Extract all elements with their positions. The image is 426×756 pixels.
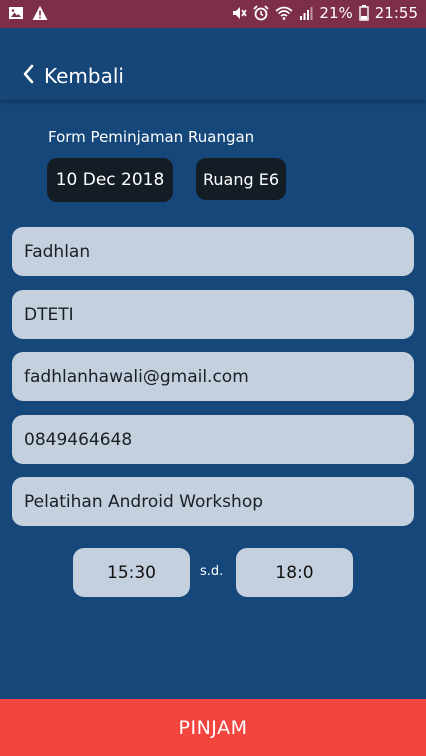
warning-icon	[32, 5, 48, 25]
alarm-icon	[253, 5, 270, 21]
name-field[interactable]: Fadhlan	[12, 227, 414, 276]
top-app-bar: Kembali	[0, 28, 426, 100]
status-bar: 21% 21:55	[0, 0, 426, 28]
activity-field[interactable]: Pelatihan Android Workshop	[12, 477, 414, 526]
back-button[interactable]: Kembali	[22, 64, 124, 88]
status-right: 21% 21:55	[231, 4, 418, 22]
end-time-picker[interactable]: 18:0	[236, 548, 353, 597]
back-label: Kembali	[44, 64, 124, 88]
battery-percent: 21%	[319, 4, 353, 22]
image-icon	[8, 5, 24, 25]
email-field[interactable]: fadhlanhawali@gmail.com	[12, 352, 414, 401]
room-chip[interactable]: Ruang E6	[196, 158, 286, 200]
mute-icon	[231, 5, 248, 21]
start-time-picker[interactable]: 15:30	[73, 548, 190, 597]
signal-icon	[299, 5, 313, 21]
wifi-icon	[275, 5, 293, 21]
time-separator-label: s.d.	[200, 564, 224, 579]
clock-time: 21:55	[374, 4, 418, 22]
pinjam-button[interactable]: PINJAM	[0, 699, 426, 756]
chevron-left-icon	[22, 64, 34, 88]
status-left-icons	[8, 5, 48, 25]
form-title: Form Peminjaman Ruangan	[48, 128, 255, 146]
department-field[interactable]: DTETI	[12, 290, 414, 339]
phone-field[interactable]: 0849464648	[12, 415, 414, 464]
date-chip[interactable]: 10 Dec 2018	[47, 158, 173, 202]
battery-icon	[359, 5, 369, 21]
